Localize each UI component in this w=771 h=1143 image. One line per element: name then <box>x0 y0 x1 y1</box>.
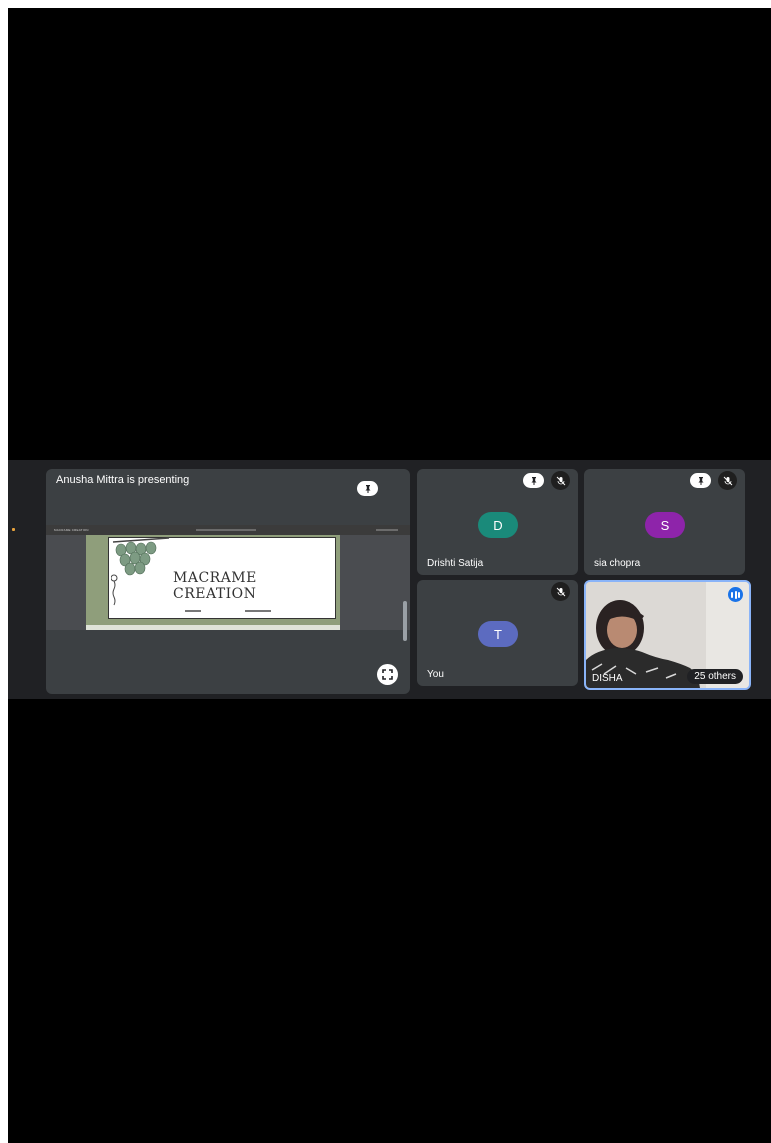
avatar: D <box>478 512 518 538</box>
screen-frame: Anusha Mittra is presenting MACRAME CREA… <box>8 8 771 1143</box>
presenter-label: Anusha Mittra is presenting <box>56 474 190 486</box>
edge-indicator <box>12 528 15 531</box>
pin-icon[interactable] <box>357 481 378 496</box>
toolbar-doc-name: MACRAME CREATION <box>54 528 89 532</box>
avatar-initial: D <box>493 517 503 533</box>
toolbar-controls <box>196 529 256 531</box>
macrame-illustration <box>111 537 170 606</box>
speaking-indicator-icon <box>728 587 743 602</box>
mic-off-icon <box>551 582 570 601</box>
shared-screen-toolbar: MACRAME CREATION <box>46 525 410 535</box>
avatar: S <box>645 512 685 538</box>
participant-tile-drishti[interactable]: D Drishti Satija <box>417 469 578 575</box>
slide-divider <box>185 610 201 612</box>
participant-name: DISHA <box>592 673 623 684</box>
participant-name: You <box>427 669 444 680</box>
pin-icon[interactable] <box>523 473 544 488</box>
slide: MACRAME CREATION <box>86 535 340 630</box>
mic-off-icon <box>718 471 737 490</box>
slide-footer <box>86 625 340 630</box>
avatar: T <box>478 621 518 647</box>
avatar-initial: T <box>494 626 502 642</box>
presentation-tile[interactable]: Anusha Mittra is presenting MACRAME CREA… <box>46 469 410 694</box>
participant-name: Drishti Satija <box>427 558 484 569</box>
scrollbar[interactable] <box>403 601 407 641</box>
toolbar-actions <box>376 529 398 531</box>
pin-icon[interactable] <box>690 473 711 488</box>
mic-off-icon <box>551 471 570 490</box>
slide-title: MACRAME CREATION <box>173 570 257 602</box>
others-count-label: 25 others <box>694 671 736 682</box>
fullscreen-icon[interactable] <box>377 664 398 685</box>
participant-tile-sia[interactable]: S sia chopra <box>584 469 745 575</box>
others-count-button[interactable]: 25 others <box>687 669 743 684</box>
slide-divider <box>245 610 271 612</box>
shared-screen: MACRAME CREATION <box>46 535 410 641</box>
participant-tile-you[interactable]: T You <box>417 580 578 686</box>
participant-name: sia chopra <box>594 558 641 569</box>
slide-card: MACRAME CREATION <box>108 537 336 619</box>
participant-tile-disha[interactable]: DISHA 25 others <box>584 580 751 690</box>
avatar-initial: S <box>660 517 670 533</box>
